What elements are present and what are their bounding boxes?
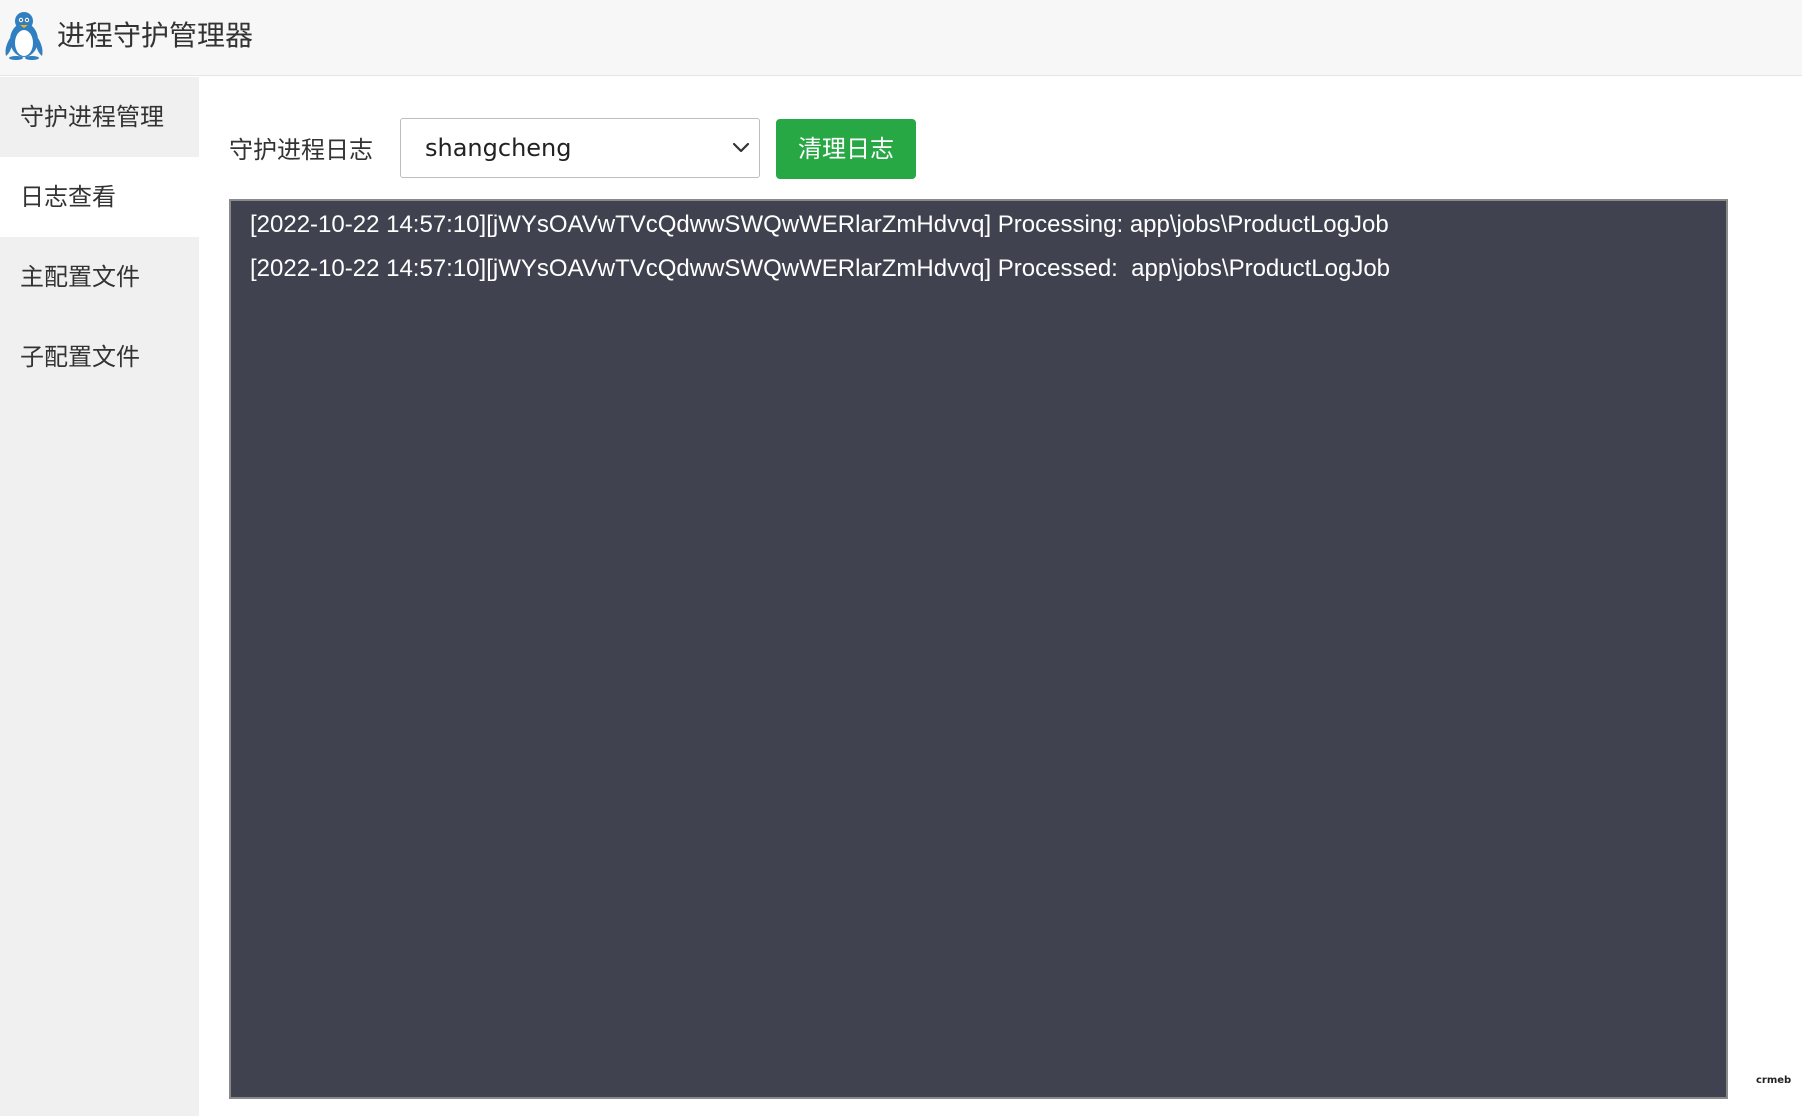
sidebar-item-sub-config[interactable]: 子配置文件 <box>0 317 199 397</box>
app-title: 进程守护管理器 <box>57 19 254 52</box>
main-content: 守护进程日志 shangcheng 清理日志 [2022-10-22 14:57… <box>199 77 1802 1116</box>
corner-logo: crmeb <box>1756 1075 1792 1086</box>
process-select[interactable]: shangcheng <box>400 118 760 178</box>
log-line: [2022-10-22 14:57:10][jWYsOAVwTVcQdwwSWQ… <box>250 255 1391 282</box>
log-output-panel[interactable]: [2022-10-22 14:57:10][jWYsOAVwTVcQdwwSWQ… <box>229 199 1728 1099</box>
sidebar-item-log-view[interactable]: 日志查看 <box>0 157 199 237</box>
penguin-icon <box>5 12 43 60</box>
process-select-value: shangcheng <box>425 134 572 162</box>
sidebar: 守护进程管理 日志查看 主配置文件 子配置文件 <box>0 77 199 1116</box>
chevron-down-icon <box>732 142 750 153</box>
log-select-label: 守护进程日志 <box>229 136 373 164</box>
clear-log-button[interactable]: 清理日志 <box>776 119 916 179</box>
sidebar-item-main-config[interactable]: 主配置文件 <box>0 237 199 317</box>
title-bar: 进程守护管理器 <box>0 0 1802 76</box>
sidebar-item-process-management[interactable]: 守护进程管理 <box>0 77 199 157</box>
log-line: [2022-10-22 14:57:10][jWYsOAVwTVcQdwwSWQ… <box>250 211 1389 238</box>
